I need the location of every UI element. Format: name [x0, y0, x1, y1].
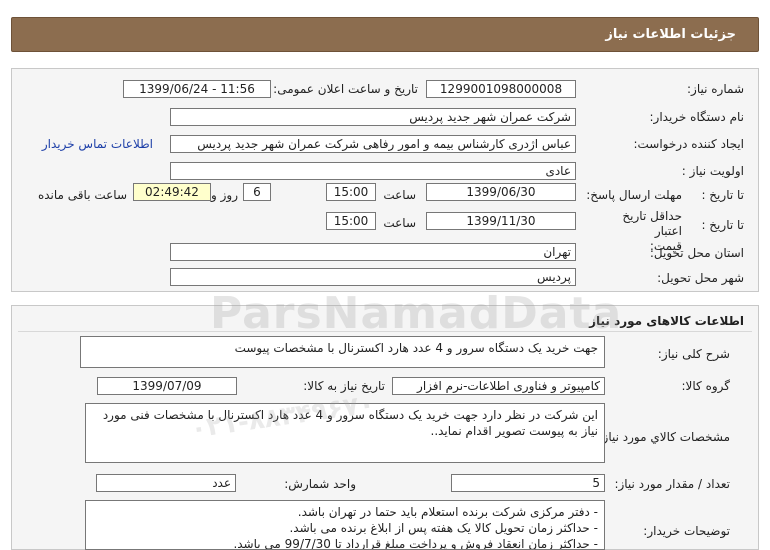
buyer-org-label: نام دستگاه خریدار:	[649, 110, 745, 124]
summary-field: جهت خرید یک دستگاه سرور و 4 عدد هارد اکس…	[80, 336, 605, 368]
days-label: روز و	[211, 188, 238, 202]
goods-section-divider	[18, 331, 752, 332]
buyer-note-line: - حداکثر زمان انعقاد فروش و پرداخت مبلغ …	[233, 537, 598, 550]
need-date-label: تاریخ نیاز به کالا:	[303, 379, 385, 393]
spec-field: این شرکت در نظر دارد جهت خرید یک دستگاه …	[85, 403, 605, 463]
buyer-notes-label: توضیحات خریدار:	[643, 524, 730, 538]
reply-time-field: 15:00	[326, 183, 376, 201]
qty-field: 5	[451, 474, 605, 492]
remaining-time-label: ساعت باقی مانده	[37, 188, 127, 202]
page-title: جزئیات اطلاعات نیاز	[605, 27, 736, 42]
need-date-field: 1399/07/09	[97, 377, 237, 395]
creator-field: عباس اژدری کارشناس بیمه و امور رفاهی شرک…	[170, 135, 576, 153]
city-field: پردیس	[170, 268, 576, 286]
qty-label: تعداد / مقدار مورد نیاز:	[614, 477, 730, 491]
group-label: گروه کالا:	[681, 379, 731, 393]
announce-field: 1399/06/24 - 11:56	[123, 80, 271, 98]
priority-field: عادی	[170, 162, 576, 180]
price-validity-date-field: 1399/11/30	[426, 212, 576, 230]
remaining-time-field: 02:49:42	[133, 183, 211, 201]
city-label: شهر محل تحویل:	[657, 271, 744, 285]
buyer-note-line: - دفتر مرکزی شرکت برنده استعلام باید حتم…	[297, 505, 598, 519]
buyer-notes-field: - دفتر مرکزی شرکت برنده استعلام باید حتم…	[85, 500, 605, 550]
buyer-note-line: - حداکثر زمان تحویل کالا یک هفته پس از ا…	[289, 521, 598, 536]
goods-section-title: اطلاعات کالاهای مورد نیاز	[589, 314, 744, 328]
price-validity-until-label: تا تاریخ :	[701, 218, 744, 232]
buyer-org-field: شرکت عمران شهر جدید پردیس	[170, 108, 576, 126]
summary-label: شرح کلی نیاز:	[657, 347, 730, 361]
need-number-label: شماره نیاز:	[687, 82, 744, 96]
unit-field: عدد	[96, 474, 236, 492]
reply-until-date-label: تا تاریخ :	[701, 188, 744, 202]
group-field: کامپیوتر و فناوری اطلاعات-نرم افزار	[392, 377, 605, 395]
remaining-days-field: 6	[243, 183, 271, 201]
price-validity-time-label: ساعت	[383, 216, 416, 230]
priority-label: اولویت نیاز :	[681, 164, 744, 178]
need-number-field: 1299001098000008	[426, 80, 576, 98]
reply-date-field: 1399/06/30	[426, 183, 576, 201]
buyer-contact-link[interactable]: اطلاعات تماس خریدار	[42, 137, 153, 151]
page-title-bar: جزئیات اطلاعات نیاز	[11, 17, 759, 52]
reply-deadline-label: مهلت ارسال پاسخ:	[586, 188, 682, 202]
unit-label: واحد شمارش:	[284, 477, 356, 491]
reply-time-label: ساعت	[383, 188, 416, 202]
announce-label: تاریخ و ساعت اعلان عمومی:	[273, 82, 418, 96]
creator-label: ایجاد کننده درخواست:	[633, 137, 744, 151]
price-validity-time-field: 15:00	[326, 212, 376, 230]
province-label: استان محل تحویل:	[649, 246, 744, 260]
province-field: تهران	[170, 243, 576, 261]
spec-label: مشخصات کالاي مورد نياز:	[598, 430, 730, 444]
